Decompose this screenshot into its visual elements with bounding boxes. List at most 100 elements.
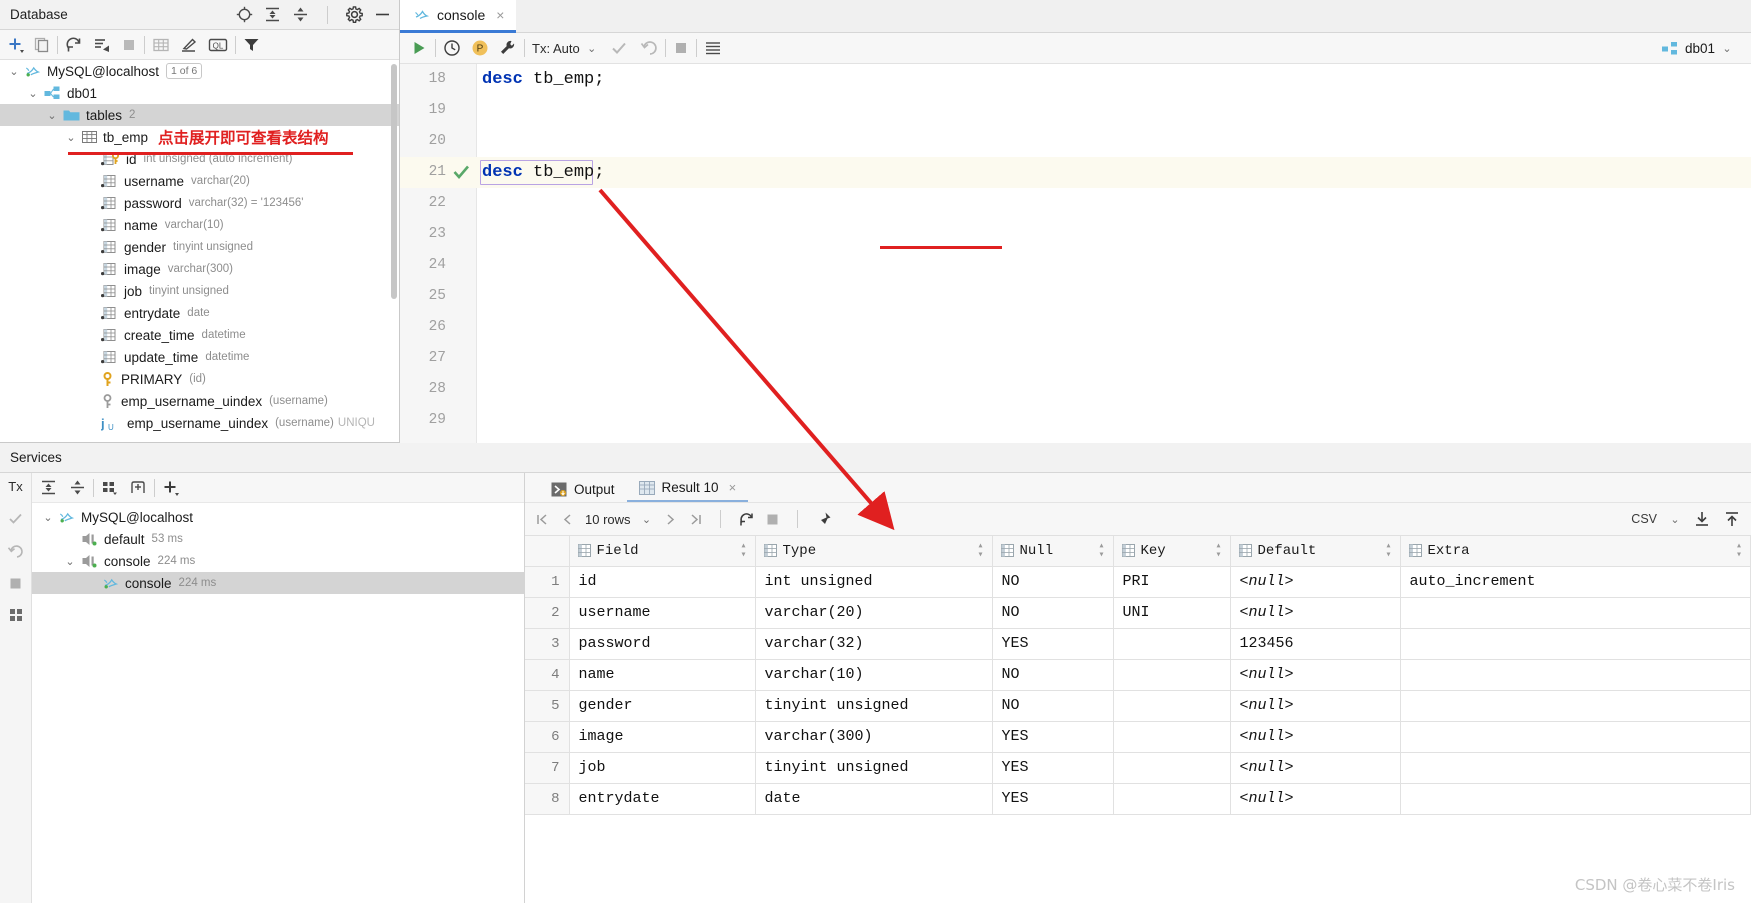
db-tree-node[interactable]: PRIMARY (id) (0, 368, 399, 390)
grid-cell[interactable]: PRI (1113, 566, 1231, 598)
grid-cell[interactable] (1113, 628, 1231, 660)
reload-icon[interactable] (738, 511, 755, 528)
grid-column-header[interactable]: Field ▴ ▾ (569, 536, 756, 567)
db-tree-node[interactable]: username varchar(20) (0, 170, 399, 192)
table-row[interactable]: 7 job tinyint unsigned YES <null> (525, 752, 1751, 784)
grid-cell[interactable]: NO (992, 566, 1114, 598)
grid-cell[interactable]: entrydate (569, 783, 756, 815)
first-page-icon[interactable] (535, 512, 550, 527)
grid-cell[interactable]: tinyint unsigned (755, 752, 993, 784)
grid-cell[interactable]: varchar(10) (755, 659, 993, 691)
query-console-icon[interactable]: QL (208, 37, 228, 53)
locate-icon[interactable] (236, 6, 253, 23)
expand-all-icon[interactable] (40, 479, 57, 496)
sync-schema-icon[interactable] (93, 36, 111, 54)
sort-toggle-icon[interactable]: ▴ ▾ (1098, 541, 1104, 560)
sql-editor[interactable]: 18 desc tb_emp; 19 20 21 desc tb_emp; 22 23 24 25… (400, 64, 1751, 443)
grid-cell[interactable]: NO (992, 690, 1114, 722)
collapse-all-icon[interactable] (69, 479, 86, 496)
tx-icon[interactable]: Tx (8, 479, 22, 494)
sort-toggle-icon[interactable]: ▴ ▾ (1385, 541, 1391, 560)
profile-p-icon[interactable]: P (471, 39, 489, 57)
editor-line[interactable]: 24 (400, 250, 1751, 281)
grid-cell[interactable]: id (569, 566, 756, 598)
db-tree-node[interactable]: entrydate date (0, 302, 399, 324)
editor-line[interactable]: 19 (400, 95, 1751, 126)
editor-code[interactable]: desc tb_emp; (482, 64, 604, 95)
db-tree-node[interactable]: name varchar(10) (0, 214, 399, 236)
grid-column-header[interactable]: Key ▴ ▾ (1113, 536, 1231, 567)
refresh-icon[interactable] (65, 36, 83, 54)
editor-line[interactable]: 22 (400, 188, 1751, 219)
editor-line[interactable]: 23 (400, 219, 1751, 250)
grid-column-header[interactable]: Type ▴ ▾ (755, 536, 993, 567)
sort-toggle-icon[interactable]: ▴ ▾ (1736, 541, 1742, 560)
db-tree-node[interactable]: create_time datetime (0, 324, 399, 346)
grid-cell[interactable]: YES (992, 752, 1114, 784)
grid-cell[interactable]: UNI (1113, 597, 1231, 629)
chevron-down-icon[interactable]: ⌄ (586, 42, 598, 55)
db-tree-node[interactable]: j Uemp_username_uindex (username) UNIQU (0, 412, 399, 434)
database-tree[interactable]: ⌄ MySQL@localhost 1 of 6 ⌄ db01 ⌄ tables 2 ⌄ tb_e… (0, 60, 399, 443)
grid-cell[interactable]: varchar(32) (755, 628, 993, 660)
wrench-icon[interactable] (499, 39, 517, 57)
close-icon[interactable]: × (496, 7, 504, 23)
grid-cell[interactable]: <null> (1230, 659, 1401, 691)
editor-line[interactable]: 26 (400, 312, 1751, 343)
grid-cell[interactable] (1113, 752, 1231, 784)
db-tree-node[interactable]: gender tinyint unsigned (0, 236, 399, 258)
expand-all-icon[interactable] (264, 6, 281, 23)
grid-cell[interactable] (1113, 659, 1231, 691)
grid-cell[interactable]: int unsigned (755, 566, 993, 598)
grid-cell[interactable] (1400, 659, 1751, 691)
chevron-down-icon[interactable]: ⌄ (64, 555, 76, 568)
grid-cell[interactable]: gender (569, 690, 756, 722)
grid-cell[interactable]: <null> (1230, 566, 1401, 598)
chevron-down-icon[interactable]: ⌄ (27, 87, 39, 100)
result-tab[interactable]: Result 10 × (626, 480, 749, 502)
add-icon[interactable] (162, 479, 180, 497)
grid-cell[interactable]: NO (992, 597, 1114, 629)
db-tree-node[interactable]: update_time datetime (0, 346, 399, 368)
run-play-icon[interactable] (410, 39, 428, 57)
grid-cell[interactable] (1113, 783, 1231, 815)
editor-line[interactable]: 21 desc tb_emp; (400, 157, 1751, 188)
grid-column-header[interactable]: Default ▴ ▾ (1230, 536, 1401, 567)
next-page-icon[interactable] (663, 512, 678, 527)
db-tree-node[interactable]: emp_username_uindex (username) (0, 390, 399, 412)
table-editor-icon[interactable] (152, 36, 170, 54)
grid-cell[interactable]: NO (992, 659, 1114, 691)
download-icon[interactable] (1693, 510, 1711, 528)
close-icon[interactable]: × (729, 480, 737, 495)
grid-cell[interactable]: YES (992, 783, 1114, 815)
grid-cell[interactable]: auto_increment (1400, 566, 1751, 598)
grid-cell[interactable]: varchar(300) (755, 721, 993, 753)
grid-cell[interactable] (1400, 597, 1751, 629)
collapse-all-icon[interactable] (292, 6, 309, 23)
chevron-down-icon[interactable]: ⌄ (65, 131, 77, 144)
tab-console[interactable]: console × (400, 0, 517, 33)
db-tree-node[interactable]: job tinyint unsigned (0, 280, 399, 302)
grid-cell[interactable]: <null> (1230, 783, 1401, 815)
chevron-down-icon[interactable]: ⌄ (641, 513, 653, 526)
grid-cell[interactable]: <null> (1230, 597, 1401, 629)
grid-cell[interactable]: <null> (1230, 690, 1401, 722)
db-tree-node[interactable]: ⌄ tables 2 (0, 104, 399, 126)
pin-icon[interactable] (815, 511, 832, 528)
grid-cell[interactable]: 123456 (1230, 628, 1401, 660)
history-clock-icon[interactable] (443, 39, 461, 57)
modify-pencil-icon[interactable] (180, 36, 198, 54)
grid-cell[interactable] (1400, 783, 1751, 815)
upload-icon[interactable] (1723, 510, 1741, 528)
database-tree-scrollbar[interactable] (391, 64, 397, 299)
services-tree-node[interactable]: ⌄ console 224 ms (32, 550, 524, 572)
filter-icon[interactable] (243, 36, 260, 53)
chevron-down-icon[interactable]: ⌄ (46, 109, 58, 122)
editor-line[interactable]: 29 (400, 405, 1751, 436)
grid-cell[interactable]: job (569, 752, 756, 784)
table-row[interactable]: 4 name varchar(10) NO <null> (525, 659, 1751, 691)
grid-cell[interactable]: password (569, 628, 756, 660)
chevron-down-icon[interactable]: ⌄ (1669, 513, 1681, 526)
grid-cell[interactable]: YES (992, 628, 1114, 660)
editor-code[interactable]: desc tb_emp; (482, 157, 604, 188)
